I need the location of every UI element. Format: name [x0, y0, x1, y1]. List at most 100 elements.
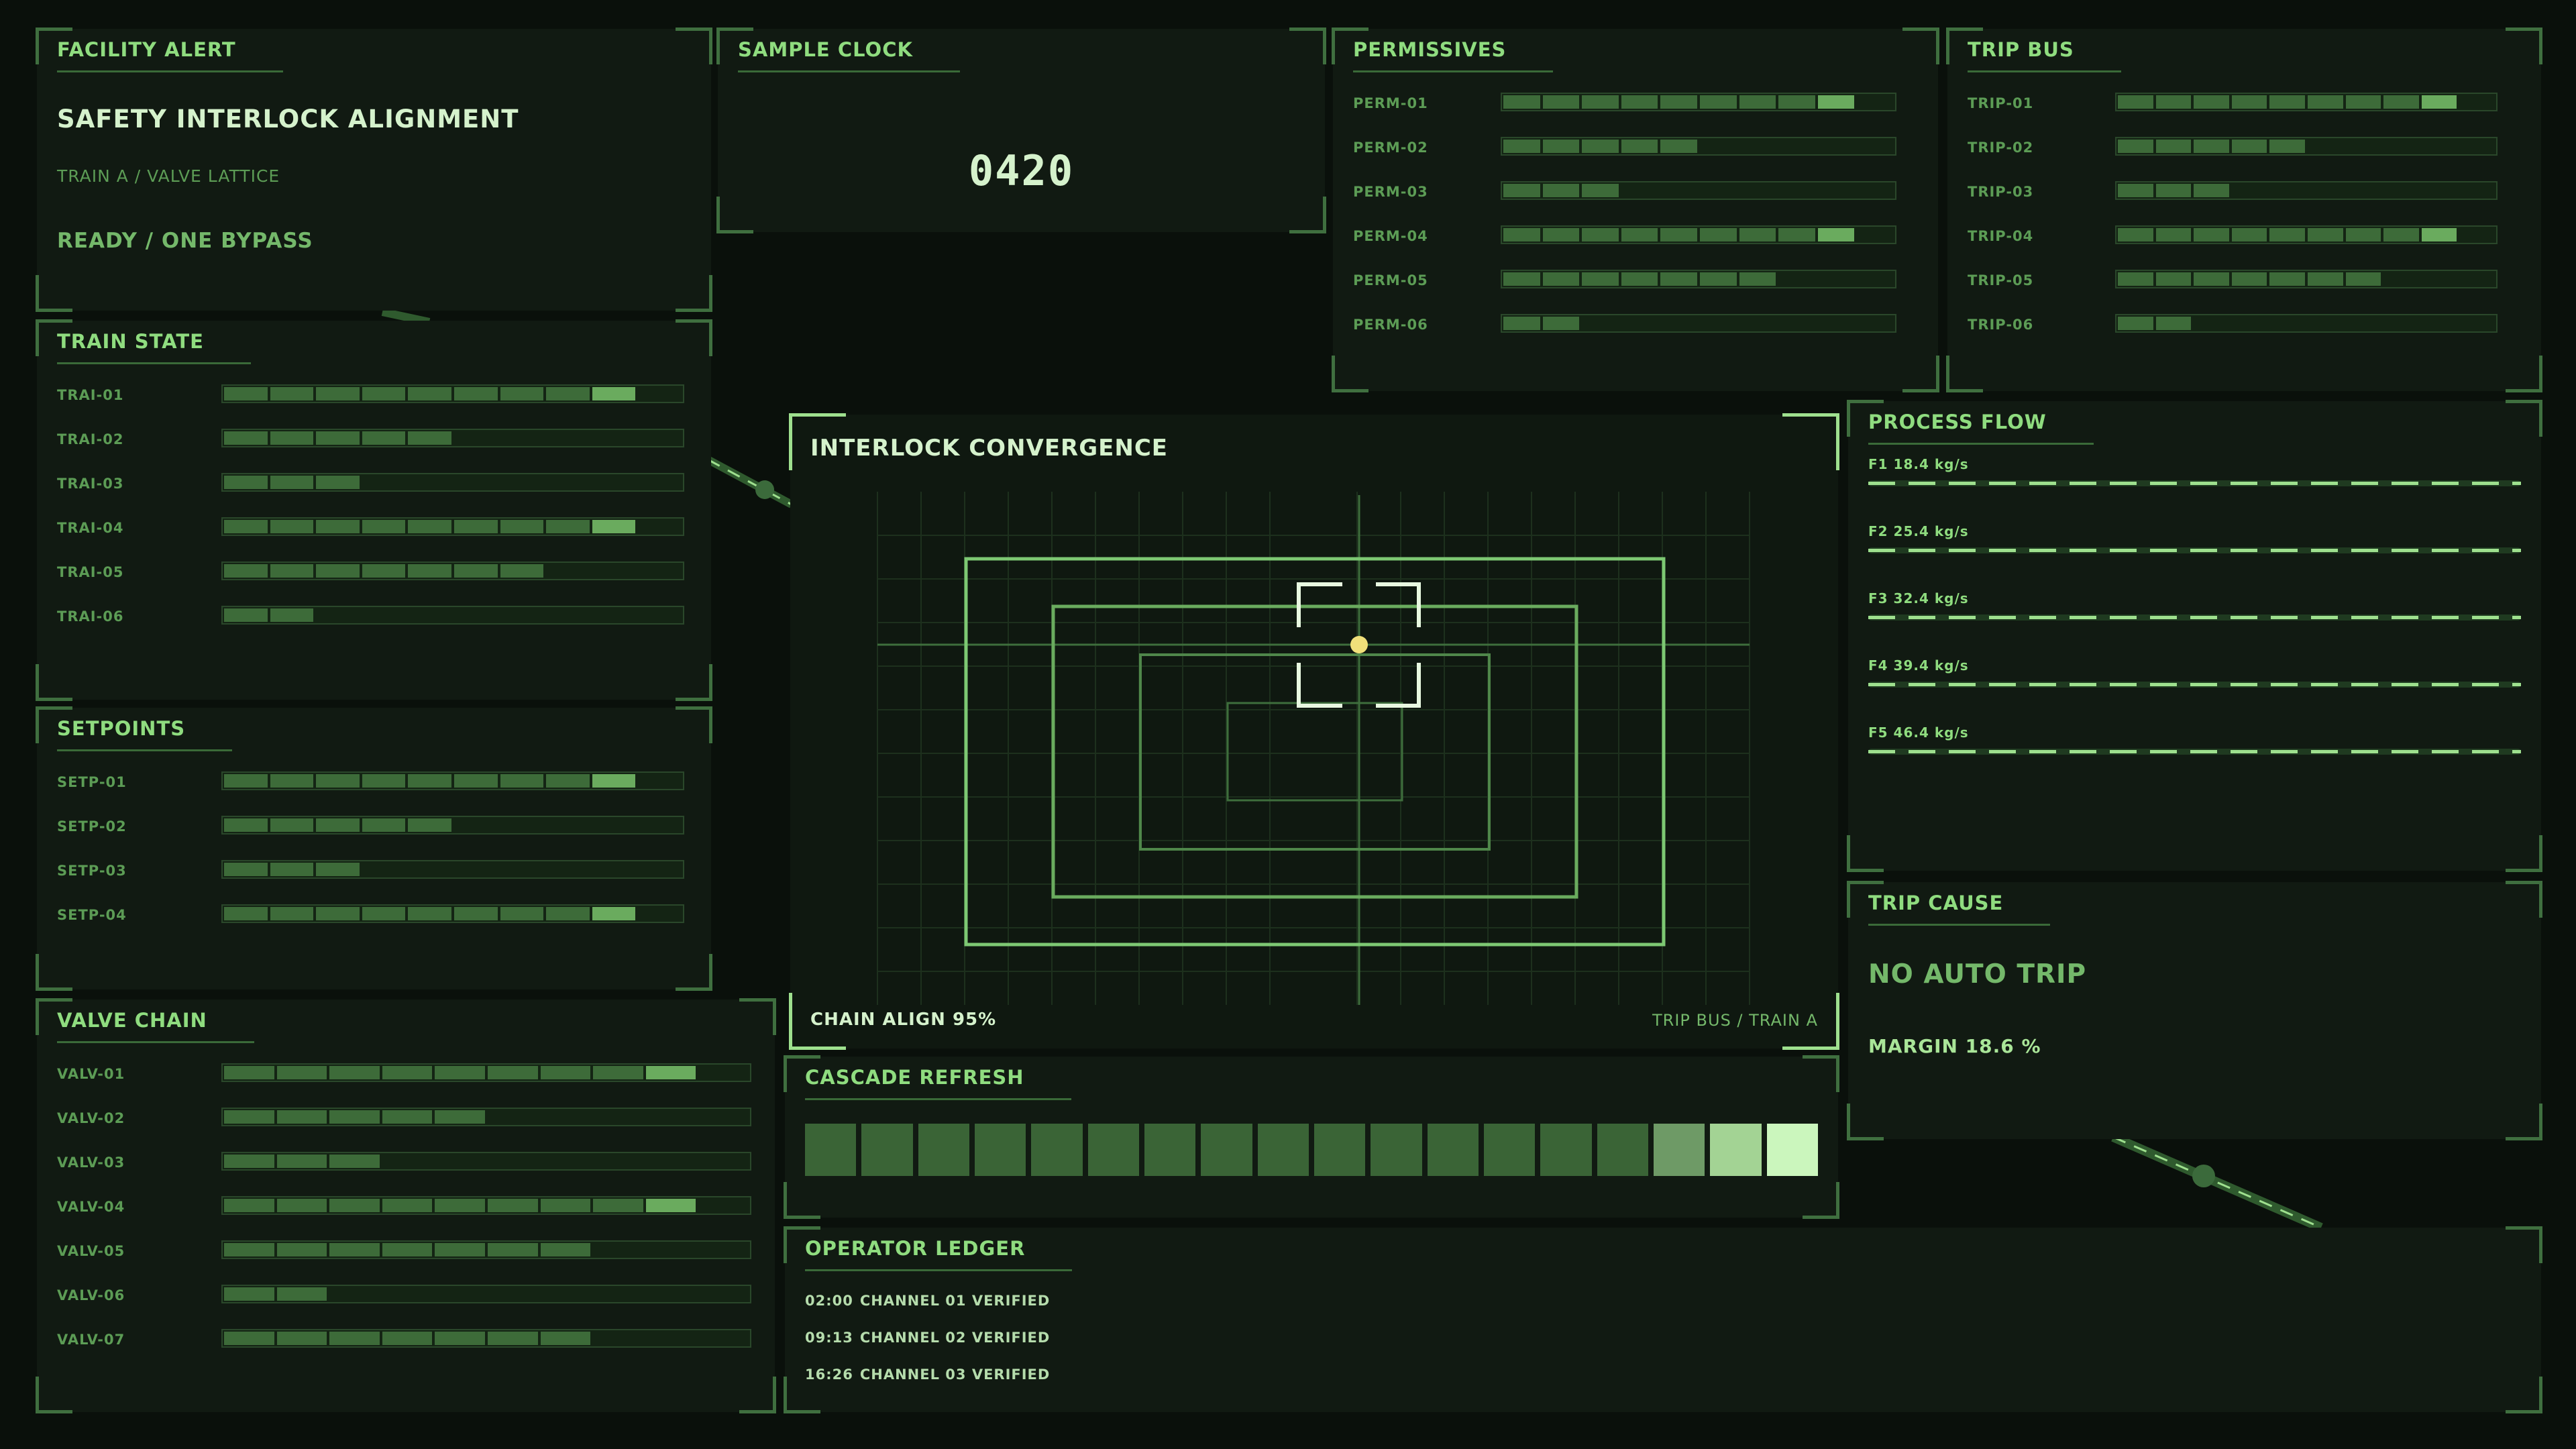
bar-row: TRIP-01 — [1968, 93, 2518, 113]
alert-headline: SAFETY INTERLOCK ALIGNMENT — [57, 105, 519, 133]
bar-segment — [1542, 317, 1580, 330]
bar-segment — [224, 774, 268, 788]
bar-row: VALV-01 — [57, 1063, 771, 1083]
bar-segment — [546, 907, 590, 920]
bar-segment — [224, 1066, 274, 1079]
bar-label: SETP-01 — [57, 774, 127, 790]
bar-segment — [2194, 184, 2229, 197]
panel-title: OPERATOR LEDGER — [805, 1237, 1073, 1271]
bar-segment — [270, 863, 314, 876]
bar-segment — [2194, 228, 2229, 241]
panel-title: FACILITY ALERT — [57, 38, 283, 72]
bar-segment — [1621, 140, 1658, 153]
bar-segment — [270, 387, 314, 400]
bar-segment — [362, 431, 406, 445]
bar-segment — [541, 1155, 591, 1168]
bar-segment — [1700, 184, 1737, 197]
panel-title: TRAIN STATE — [57, 330, 251, 364]
bar-segment — [2422, 317, 2457, 330]
bar-row: TRAI-05 — [57, 561, 704, 582]
target-marker — [1350, 636, 1368, 653]
cascade-cell — [1766, 1124, 1818, 1176]
bar-segment — [362, 520, 406, 533]
bar-segment — [2155, 272, 2192, 286]
bar-segment — [1699, 228, 1737, 241]
bar-label: VALV-05 — [57, 1243, 125, 1259]
flow-line — [1868, 614, 2521, 621]
bar-segment — [1582, 272, 1619, 286]
bar-segment — [2459, 140, 2495, 153]
bar-segment — [2231, 140, 2267, 153]
bar-segment — [1621, 228, 1658, 241]
bar-segment — [224, 818, 268, 832]
bar-segment — [646, 1332, 696, 1345]
bar-segment — [500, 774, 544, 788]
clock-value: 0420 — [968, 146, 1075, 195]
level-bar — [2115, 225, 2498, 244]
bar-segment — [224, 608, 268, 622]
flow-line — [1868, 749, 2521, 755]
bar-segment — [2422, 140, 2457, 153]
bar-label: PERM-04 — [1353, 228, 1428, 244]
bar-segment — [270, 774, 314, 788]
bar-segment — [2459, 184, 2495, 197]
bar-segment — [408, 520, 451, 533]
bar-segment — [488, 1155, 538, 1168]
bar-label: TRAI-01 — [57, 387, 124, 403]
alert-subline: TRAIN A / VALVE LATTICE — [57, 166, 280, 186]
level-bar — [1501, 270, 1896, 288]
bar-segment — [329, 1287, 380, 1301]
bar-row: PERM-02 — [1353, 137, 1917, 157]
level-bar — [1501, 93, 1896, 111]
cascade-cell — [1371, 1124, 1422, 1176]
bar-label: TRAI-03 — [57, 476, 124, 492]
bar-label: SETP-04 — [57, 907, 127, 923]
bar-segment — [1582, 184, 1619, 197]
bar-segment — [2155, 95, 2192, 109]
bar-segment — [500, 476, 544, 489]
bar-segment — [454, 431, 498, 445]
bar-segment — [1660, 184, 1697, 197]
bar-segment — [1739, 228, 1776, 241]
bar-segment — [500, 431, 544, 445]
bar-segment — [638, 387, 682, 400]
bar-segment — [2308, 184, 2343, 197]
flow-line — [1868, 480, 2521, 486]
bar-segment — [546, 608, 590, 622]
bar-segment — [1542, 95, 1580, 109]
bar-segment — [2118, 140, 2153, 153]
level-bar — [1501, 314, 1896, 333]
bar-segment — [592, 608, 636, 622]
bar-segment — [698, 1199, 749, 1212]
bar-segment — [2383, 272, 2419, 286]
bar-segment — [2194, 317, 2229, 330]
flow-label: F1 18.4 kg/s — [1868, 456, 1969, 472]
bar-segment — [1739, 272, 1776, 286]
bar-segment — [2118, 184, 2153, 197]
bar-segment — [541, 1287, 591, 1301]
bar-row: TRAI-01 — [57, 384, 704, 405]
bar-segment — [1660, 228, 1697, 241]
bar-segment — [382, 1155, 433, 1168]
bar-segment — [408, 863, 451, 876]
bar-segment — [638, 520, 682, 533]
bar-segment — [408, 774, 451, 788]
level-bar — [1501, 181, 1896, 200]
bar-segment — [435, 1155, 485, 1168]
bar-segment — [1699, 95, 1737, 109]
bar-label: TRAI-06 — [57, 608, 124, 625]
bar-segment — [270, 431, 314, 445]
bar-segment — [454, 818, 498, 832]
bar-segment — [1582, 95, 1619, 109]
bar-row: PERM-03 — [1353, 181, 1917, 201]
bar-label: TRIP-02 — [1968, 140, 2034, 156]
bar-segment — [276, 1332, 327, 1345]
bar-segment — [2269, 184, 2305, 197]
bar-segment — [329, 1243, 380, 1256]
level-bar — [221, 1285, 751, 1303]
bar-row: SETP-04 — [57, 904, 704, 924]
bar-segment — [2459, 317, 2495, 330]
bar-segment — [2346, 317, 2381, 330]
bar-segment — [1700, 140, 1737, 153]
bar-segment — [1818, 272, 1855, 286]
